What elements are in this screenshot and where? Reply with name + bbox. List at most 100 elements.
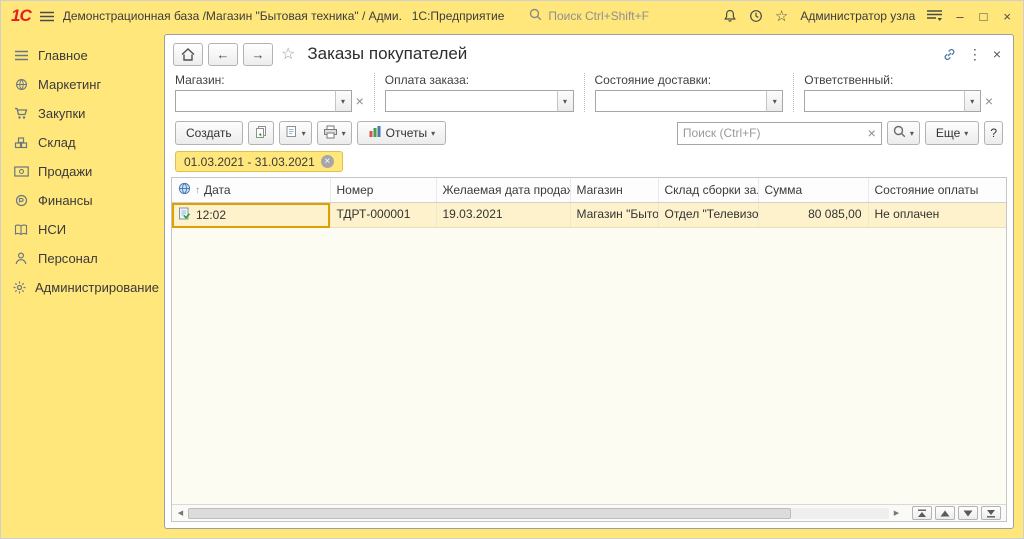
cell-desired-date[interactable]: 19.03.2021 <box>436 203 570 228</box>
global-search-input[interactable] <box>548 9 714 23</box>
filter-delivery-combo: ▾ <box>595 90 784 112</box>
column-header-warehouse[interactable]: Склад сборки за... <box>658 178 758 203</box>
documents-menu-button[interactable]: ▾ <box>279 121 312 145</box>
store-filter-input[interactable] <box>175 90 336 112</box>
sidebar-item-sales[interactable]: Продажи <box>1 157 164 186</box>
maximize-button[interactable]: □ <box>978 9 990 24</box>
previous-row-button[interactable] <box>935 506 955 520</box>
scrollbar-thumb[interactable] <box>188 508 791 519</box>
search-options-button[interactable]: ▾ <box>887 121 920 145</box>
sidebar-item-label: Персонал <box>38 251 98 266</box>
panel-settings-icon[interactable] <box>927 10 942 22</box>
more-label: Еще <box>936 126 960 140</box>
forward-button[interactable]: → <box>243 43 273 66</box>
home-sections-icon <box>13 50 29 61</box>
list-empty-area[interactable] <box>172 228 1006 504</box>
column-header-date[interactable]: ↑ Дата <box>172 178 330 203</box>
sidebar-item-finance[interactable]: Финансы <box>1 186 164 215</box>
next-row-button[interactable] <box>958 506 978 520</box>
filter-delivery-label: Состояние доставки: <box>595 73 784 87</box>
titlebar: 1С Демонстрационная база /Магазин "Бытов… <box>1 1 1023 31</box>
scrollbar-track[interactable] <box>188 508 889 519</box>
cell-date-current[interactable]: 12:02 <box>172 203 330 228</box>
close-window-button[interactable]: × <box>1001 9 1013 24</box>
posted-document-icon <box>178 207 191 223</box>
cell-store[interactable]: Магазин "Бытовая ... <box>570 203 658 228</box>
sidebar-item-personnel[interactable]: Персонал <box>1 244 164 273</box>
panel-header-actions: ⋮ × <box>942 46 1005 63</box>
chevron-down-icon: ▾ <box>431 129 435 138</box>
add-to-favorites-star-icon[interactable]: ☆ <box>281 44 295 64</box>
chevron-down-icon[interactable]: ▾ <box>964 90 981 112</box>
sidebar-item-warehouse[interactable]: Склад <box>1 128 164 157</box>
sidebar-item-purchases[interactable]: Закупки <box>1 99 164 128</box>
close-tab-icon[interactable]: × <box>993 46 1001 62</box>
sidebar-item-label: Маркетинг <box>38 77 101 92</box>
sidebar-item-marketing[interactable]: Маркетинг <box>1 70 164 99</box>
clear-search-icon[interactable]: × <box>868 126 876 140</box>
clear-store-filter-icon[interactable]: × <box>356 94 364 108</box>
table-row[interactable]: 12:02 ТДРТ-000001 19.03.2021 Магазин "Бы… <box>172 203 1006 228</box>
main-menu-icon[interactable] <box>40 11 54 22</box>
kebab-menu-icon[interactable]: ⋮ <box>968 46 982 63</box>
coin-icon <box>13 194 29 207</box>
page-title: Заказы покупателей <box>307 44 467 64</box>
column-header-sum[interactable]: Сумма <box>758 178 868 203</box>
chevron-down-icon: ▾ <box>910 129 914 138</box>
payment-filter-input[interactable] <box>385 90 558 112</box>
help-button[interactable]: ? <box>984 121 1003 145</box>
window-title: Демонстрационная база /Магазин "Бытовая … <box>63 9 403 23</box>
list-search-box[interactable]: × <box>677 122 882 145</box>
favorites-star-icon[interactable]: ☆ <box>775 7 788 25</box>
home-button[interactable] <box>173 43 203 66</box>
chevron-down-icon[interactable]: ▾ <box>766 90 783 112</box>
create-by-copy-button[interactable] <box>248 121 274 145</box>
clear-responsible-filter-icon[interactable]: × <box>985 94 993 108</box>
column-header-payment-state[interactable]: Состояние оплаты <box>868 178 1006 203</box>
table-header-row: ↑ Дата Номер Желаемая дата продажи Магаз… <box>172 178 1006 203</box>
globe-icon <box>13 78 29 91</box>
column-header-store[interactable]: Магазин <box>570 178 658 203</box>
more-button[interactable]: Еще ▾ <box>925 121 979 145</box>
cart-icon <box>13 107 29 120</box>
sidebar-item-main[interactable]: Главное <box>1 41 164 70</box>
responsible-filter-input[interactable] <box>804 90 965 112</box>
chevron-down-icon: ▾ <box>302 129 306 138</box>
banknote-icon <box>13 166 29 177</box>
minimize-button[interactable]: – <box>954 9 965 24</box>
back-button[interactable]: ← <box>208 43 238 66</box>
notifications-bell-icon[interactable] <box>723 9 737 23</box>
go-to-first-row-button[interactable] <box>912 506 932 520</box>
titlebar-right: ☆ Администратор узла – □ × <box>723 7 1013 25</box>
chevron-down-icon[interactable]: ▾ <box>335 90 352 112</box>
cell-sum[interactable]: 80 085,00 <box>758 203 868 228</box>
scroll-left-icon[interactable]: ◀ <box>175 509 186 517</box>
column-header-desired-date[interactable]: Желаемая дата продажи <box>436 178 570 203</box>
sidebar-item-label: Склад <box>38 135 76 150</box>
cell-warehouse[interactable]: Отдел "Телевизоры" <box>658 203 758 228</box>
get-link-icon[interactable] <box>942 47 957 62</box>
create-button[interactable]: Создать <box>175 121 243 145</box>
cell-payment-state[interactable]: Не оплачен <box>868 203 1006 228</box>
period-filter-chip[interactable]: 01.03.2021 - 31.03.2021 × <box>175 151 343 172</box>
reports-button[interactable]: Отчеты ▾ <box>357 121 447 145</box>
list-search-input[interactable] <box>683 126 864 140</box>
chevron-down-icon[interactable]: ▾ <box>557 90 574 112</box>
history-clock-icon[interactable] <box>749 9 763 23</box>
horizontal-scrollbar[interactable]: ◀ ▶ <box>175 507 902 520</box>
global-search[interactable] <box>529 8 714 24</box>
user-name[interactable]: Администратор узла <box>800 9 915 23</box>
column-header-number[interactable]: Номер <box>330 178 436 203</box>
scroll-right-icon[interactable]: ▶ <box>891 509 902 517</box>
order-date: 12:02 <box>196 208 226 222</box>
sidebar-item-label: Финансы <box>38 193 93 208</box>
go-to-last-row-button[interactable] <box>981 506 1001 520</box>
remove-period-filter-icon[interactable]: × <box>321 155 334 168</box>
app-name: 1С:Предприятие <box>412 9 505 23</box>
sidebar-item-nsi[interactable]: НСИ <box>1 215 164 244</box>
delivery-filter-input[interactable] <box>595 90 768 112</box>
filter-responsible: Ответственный: ▾ × <box>793 73 1003 112</box>
print-button[interactable]: ▾ <box>317 121 352 145</box>
sidebar-item-administration[interactable]: Администрирование <box>1 273 164 302</box>
cell-number[interactable]: ТДРТ-000001 <box>330 203 436 228</box>
